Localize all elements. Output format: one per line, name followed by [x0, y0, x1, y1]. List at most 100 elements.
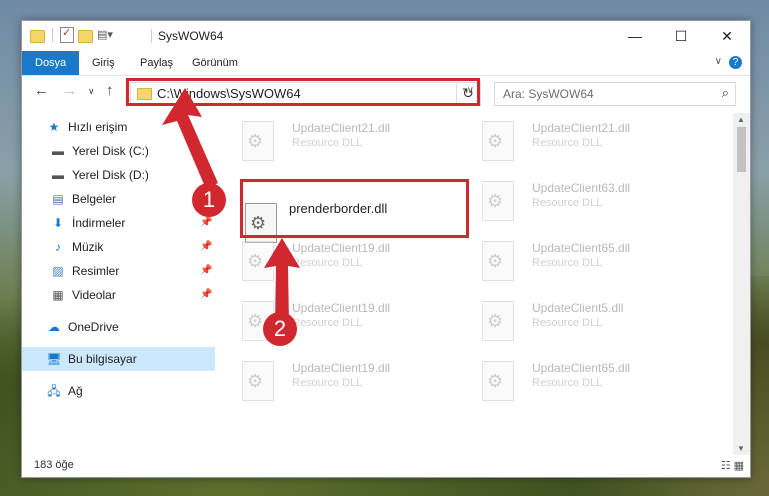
tab-paylas[interactable]: Paylaş — [130, 51, 183, 75]
pin-icon[interactable]: 📌 — [200, 241, 212, 252]
list-item[interactable]: UpdateClient5.dll Resource DLL — [482, 299, 712, 347]
quick-access-toolbar: ▤▾ — [30, 26, 113, 43]
dll-file-icon — [482, 301, 514, 341]
maximize-button[interactable]: ☐ — [658, 21, 704, 51]
item-count: 183 öğe — [34, 459, 74, 471]
window-title: SysWOW64 — [158, 29, 224, 43]
status-bar: 183 öğe ☷ ▦ — [22, 455, 750, 477]
arrow-1-icon — [162, 88, 218, 189]
file-type: Resource DLL — [532, 317, 603, 329]
file-name: UpdateClient5.dll — [532, 301, 624, 315]
view-toggle-icons[interactable]: ☷ ▦ — [721, 459, 744, 472]
file-name: UpdateClient21.dll — [292, 121, 391, 135]
sidebar-item-disk-c[interactable]: ▬ Yerel Disk (C:) — [50, 139, 149, 163]
sidebar-item-label: İndirmeler — [72, 216, 126, 230]
list-item[interactable]: UpdateClient21.dll Resource DLL — [242, 119, 472, 167]
file-name: UpdateClient19.dll — [292, 301, 391, 315]
list-item[interactable]: UpdateClient65.dll Resource DLL — [482, 359, 712, 407]
sidebar-item-bu-bilgisayar[interactable]: 🖥 Bu bilgisayar — [22, 347, 215, 371]
file-name: UpdateClient19.dll — [292, 241, 391, 255]
file-type: Resource DLL — [532, 257, 603, 269]
file-type: Resource DLL — [292, 137, 363, 149]
search-input[interactable]: Ara: SysWOW64 ⌕ — [494, 82, 736, 106]
sidebar-item-label: Videolar — [72, 288, 116, 302]
file-name: UpdateClient19.dll — [292, 361, 391, 375]
navigation-bar: ← → ∨ ↑ C:\Windows\SysWOW64 ∨ ↻ Ara: Sys… — [22, 76, 750, 110]
dll-file-icon — [242, 121, 274, 161]
star-icon: ★ — [48, 120, 60, 134]
network-icon: 🖧 — [47, 384, 61, 398]
step-1-badge: 1 — [192, 183, 226, 217]
scroll-down-icon[interactable]: ▼ — [737, 444, 745, 453]
sidebar-item-quick-access[interactable]: ★ Hızlı erişim — [46, 115, 128, 139]
sidebar-item-onedrive[interactable]: ☁ OneDrive — [46, 315, 119, 339]
file-type: Resource DLL — [532, 377, 603, 389]
sidebar-item-videolar[interactable]: ▦ Videolar — [50, 283, 116, 307]
document-icon: ▤ — [52, 192, 64, 206]
scrollbar-thumb[interactable] — [737, 127, 746, 172]
dll-file-icon — [482, 241, 514, 281]
picture-icon: ▨ — [52, 264, 64, 278]
tab-giris[interactable]: Giriş — [82, 51, 125, 75]
pin-icon[interactable]: 📌 — [200, 265, 212, 276]
pin-icon[interactable]: 📌 — [200, 217, 212, 228]
file-type: Resource DLL — [292, 317, 363, 329]
divider — [151, 29, 152, 43]
tab-dosya[interactable]: Dosya — [22, 51, 80, 75]
download-icon: ⬇ — [52, 216, 64, 230]
drive-icon: ▬ — [52, 168, 64, 182]
file-type: Resource DLL — [292, 377, 363, 389]
ribbon-tabs: Dosya Giriş Paylaş Görünüm ∨ ? — [22, 51, 750, 76]
pin-icon[interactable]: 📌 — [200, 289, 212, 300]
file-type: Resource DLL — [532, 137, 603, 149]
file-name: UpdateClient63.dll — [532, 181, 631, 195]
list-item[interactable]: UpdateClient65.dll Resource DLL — [482, 239, 712, 287]
recent-locations-icon[interactable]: ∨ — [88, 86, 95, 97]
back-arrow-icon[interactable]: ← — [34, 82, 49, 99]
new-folder-icon[interactable] — [78, 29, 93, 43]
file-name: UpdateClient65.dll — [532, 361, 631, 375]
sidebar-item-label: Resimler — [72, 264, 120, 278]
list-item[interactable]: UpdateClient19.dll Resource DLL — [242, 359, 472, 407]
up-arrow-icon[interactable]: ↑ — [106, 82, 114, 99]
list-item[interactable]: UpdateClient63.dll Resource DLL — [482, 179, 712, 227]
file-name: UpdateClient21.dll — [532, 121, 631, 135]
list-item[interactable]: UpdateClient21.dll Resource DLL — [482, 119, 712, 167]
drive-icon: ▬ — [52, 144, 64, 158]
cloud-icon: ☁ — [48, 320, 60, 334]
customize-toolbar-icon[interactable]: ▤▾ — [97, 28, 113, 42]
music-icon: ♪ — [55, 240, 61, 254]
file-name: UpdateClient65.dll — [532, 241, 631, 255]
file-explorer-window: ▤▾ SysWOW64 — ☐ ✕ Dosya Giriş Paylaş Gör… — [21, 20, 751, 478]
file-type: Resource DLL — [292, 257, 363, 269]
sidebar-item-muzik[interactable]: ♪ Müzik — [50, 235, 103, 259]
search-placeholder: Ara: SysWOW64 — [503, 87, 594, 101]
close-button[interactable]: ✕ — [704, 21, 750, 51]
divider — [52, 28, 53, 42]
search-icon[interactable]: ⌕ — [722, 85, 729, 101]
step-2-badge: 2 — [263, 312, 297, 346]
chevron-down-icon[interactable]: ∨ — [715, 56, 722, 67]
computer-icon: 🖥 — [46, 352, 62, 366]
video-icon: ▦ — [52, 288, 64, 302]
minimize-button[interactable]: — — [612, 21, 658, 51]
sidebar-item-indirmeler[interactable]: ⬇ İndirmeler — [50, 211, 125, 235]
sidebar-item-label: Yerel Disk (D:) — [72, 168, 149, 182]
sidebar-item-belgeler[interactable]: ▤ Belgeler — [50, 187, 116, 211]
dll-file-icon — [482, 361, 514, 401]
file-type: Resource DLL — [532, 197, 603, 209]
folder-icon — [30, 29, 45, 43]
scroll-up-icon[interactable]: ▲ — [737, 115, 745, 124]
vertical-scrollbar[interactable]: ▲ ▼ — [733, 113, 750, 455]
sidebar-item-label: Belgeler — [72, 192, 117, 206]
properties-icon[interactable] — [60, 26, 74, 43]
dll-file-icon — [242, 361, 274, 401]
sidebar-item-resimler[interactable]: ▨ Resimler — [50, 259, 119, 283]
help-icon[interactable]: ? — [729, 56, 742, 69]
sidebar-item-label: Hızlı erişim — [68, 120, 128, 134]
tab-gorunum[interactable]: Görünüm — [182, 51, 248, 75]
sidebar-item-ag[interactable]: 🖧 Ağ — [46, 379, 82, 403]
forward-arrow-icon[interactable]: → — [62, 82, 77, 99]
dll-file-icon — [482, 181, 514, 221]
sidebar-item-disk-d[interactable]: ▬ Yerel Disk (D:) — [50, 163, 149, 187]
